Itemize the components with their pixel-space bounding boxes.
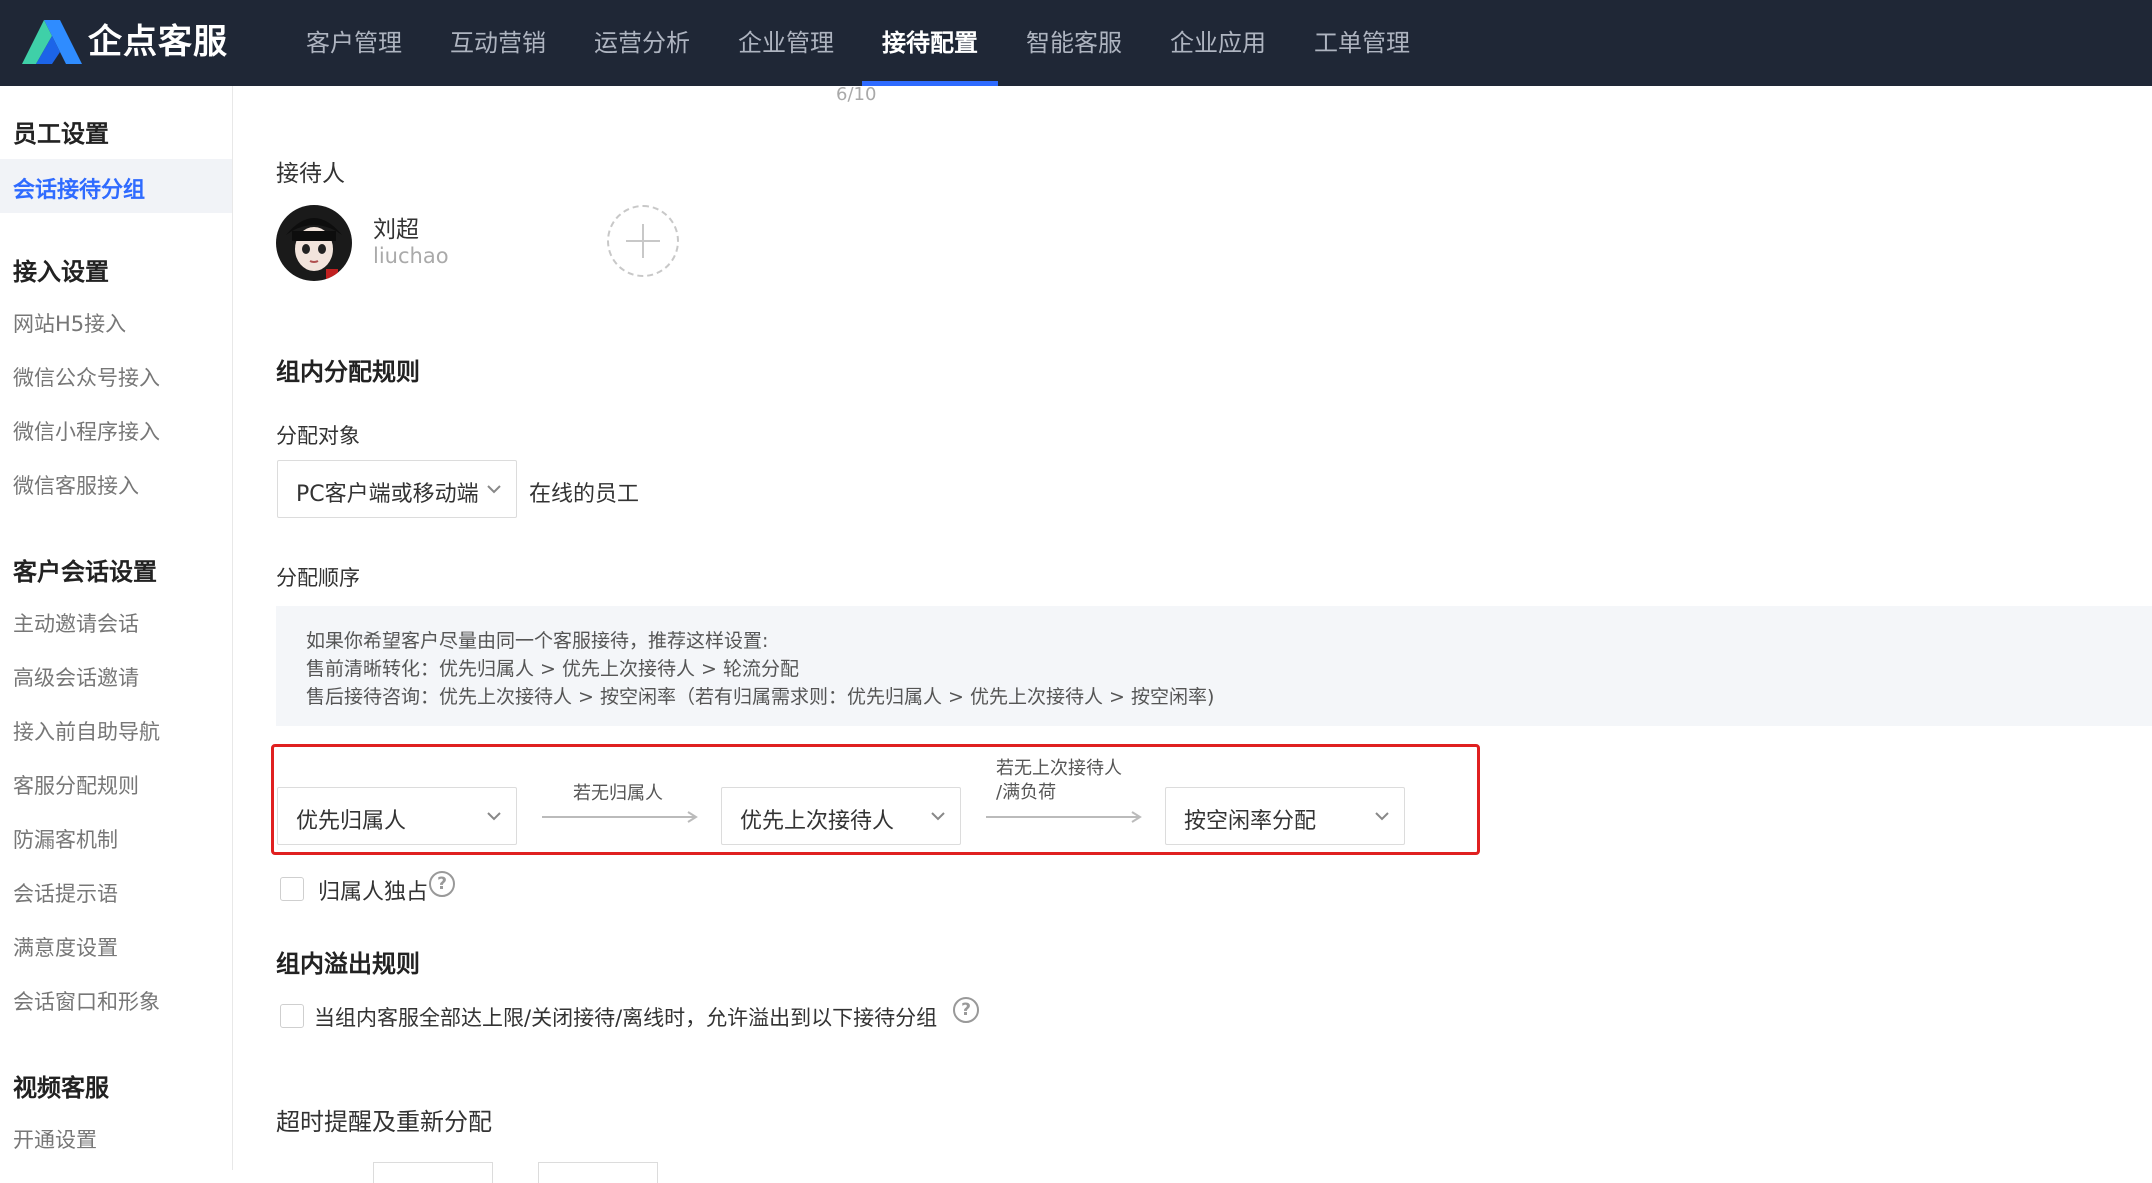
sidebar-group-staff-settings: 员工设置 bbox=[13, 120, 109, 148]
distribution-rules-title: 组内分配规则 bbox=[276, 358, 420, 386]
sidebar-item-session-groups[interactable]: 会话接待分组 bbox=[0, 159, 232, 213]
nav-operations-analysis[interactable]: 运营分析 bbox=[574, 0, 710, 86]
nav-reception-config[interactable]: 接待配置 bbox=[862, 0, 998, 86]
arrow2-label: /满负荷 bbox=[996, 782, 1057, 803]
main-nav: 客户管理 互动营销 运营分析 企业管理 接待配置 智能客服 企业应用 工单管理 bbox=[286, 0, 1438, 86]
sidebar-item-wechat-miniprogram[interactable]: 微信小程序接入 bbox=[13, 416, 160, 446]
sidebar-item-wechat-official[interactable]: 微信公众号接入 bbox=[13, 362, 160, 392]
exclusive-owner-label: 归属人独占 bbox=[318, 880, 429, 905]
overflow-checkbox-label: 当组内客服全部达上限/关闭接待/离线时，允许溢出到以下接待分组 bbox=[314, 1006, 938, 1030]
sidebar-group-video-service: 视频客服 bbox=[13, 1074, 109, 1102]
character-counter: 6/10 bbox=[836, 84, 877, 105]
info-line: 如果你希望客户尽量由同一个客服接待，推荐这样设置: bbox=[306, 630, 769, 652]
sidebar-item-website-h5[interactable]: 网站H5接入 bbox=[13, 308, 126, 338]
order-step1-select[interactable]: 优先归属人 bbox=[277, 787, 517, 845]
timeout-input[interactable] bbox=[538, 1162, 658, 1183]
sidebar-item-label: 会话接待分组 bbox=[13, 178, 146, 203]
arrow1-label: 若无归属人 bbox=[573, 783, 663, 804]
arrow-right-icon bbox=[986, 811, 1142, 823]
timeout-input[interactable] bbox=[373, 1162, 493, 1183]
help-icon[interactable]: ? bbox=[953, 997, 979, 1023]
sidebar-item-window-appearance[interactable]: 会话窗口和形象 bbox=[13, 986, 160, 1016]
sidebar-item-active-invite[interactable]: 主动邀请会话 bbox=[13, 608, 139, 638]
overflow-rules-title: 组内溢出规则 bbox=[276, 950, 420, 978]
order-step2-select[interactable]: 优先上次接待人 bbox=[721, 787, 961, 845]
nav-ticket-management[interactable]: 工单管理 bbox=[1294, 0, 1430, 86]
sidebar-item-distribution-rules[interactable]: 客服分配规则 bbox=[13, 770, 139, 800]
sidebar: 员工设置 会话接待分组 接入设置 网站H5接入 微信公众号接入 微信小程序接入 … bbox=[0, 86, 233, 1170]
agent-id: liuchao bbox=[373, 244, 449, 268]
distribution-target-select[interactable]: PC客户端或移动端 bbox=[277, 460, 517, 518]
info-line: 售前清晰转化：优先归属人 > 优先上次接待人 > 轮流分配 bbox=[306, 658, 799, 680]
qidian-logo-icon bbox=[22, 20, 82, 64]
overflow-checkbox[interactable] bbox=[280, 1004, 304, 1028]
sidebar-item-self-navigation[interactable]: 接入前自助导航 bbox=[13, 716, 160, 746]
recommendation-info-box: 如果你希望客户尽量由同一个客服接待，推荐这样设置: 售前清晰转化：优先归属人 >… bbox=[276, 606, 2152, 726]
avatar[interactable] bbox=[276, 205, 352, 281]
order-step3-select[interactable]: 按空闲率分配 bbox=[1165, 787, 1405, 845]
add-agent-button[interactable] bbox=[607, 205, 679, 277]
nav-interactive-marketing[interactable]: 互动营销 bbox=[430, 0, 566, 86]
nav-enterprise-apps[interactable]: 企业应用 bbox=[1150, 0, 1286, 86]
distribution-target-suffix: 在线的员工 bbox=[529, 482, 640, 507]
arrow-right-icon bbox=[542, 811, 698, 823]
chevron-down-icon bbox=[487, 812, 501, 821]
sidebar-item-wechat-service[interactable]: 微信客服接入 bbox=[13, 470, 139, 500]
agent-avatar-icon bbox=[276, 205, 352, 281]
top-navigation-bar: 企点客服 客户管理 互动营销 运营分析 企业管理 接待配置 智能客服 企业应用 … bbox=[0, 0, 2152, 86]
reception-label: 接待人 bbox=[276, 161, 345, 187]
nav-smart-service[interactable]: 智能客服 bbox=[1006, 0, 1142, 86]
sidebar-item-advanced-invite[interactable]: 高级会话邀请 bbox=[13, 662, 139, 692]
nav-enterprise-management[interactable]: 企业管理 bbox=[718, 0, 854, 86]
sidebar-item-prompts[interactable]: 会话提示语 bbox=[13, 878, 118, 908]
sidebar-item-leak-prevention[interactable]: 防漏客机制 bbox=[13, 824, 118, 854]
sidebar-group-session-settings: 客户会话设置 bbox=[13, 558, 157, 586]
chevron-down-icon bbox=[487, 485, 501, 494]
sidebar-item-satisfaction[interactable]: 满意度设置 bbox=[13, 932, 118, 962]
arrow2-label: 若无上次接待人 bbox=[996, 758, 1122, 779]
nav-customer-management[interactable]: 客户管理 bbox=[286, 0, 422, 86]
help-icon[interactable]: ? bbox=[429, 871, 455, 897]
distribution-order-label: 分配顺序 bbox=[276, 566, 360, 590]
sidebar-group-access-settings: 接入设置 bbox=[13, 258, 109, 286]
chevron-down-icon bbox=[931, 812, 945, 821]
chevron-down-icon bbox=[1375, 812, 1389, 821]
exclusive-owner-checkbox[interactable] bbox=[280, 877, 304, 901]
info-line: 售后接待咨询：优先上次接待人 > 按空闲率（若有归属需求则：优先归属人 > 优先… bbox=[306, 686, 1215, 708]
brand-name[interactable]: 企点客服 bbox=[88, 18, 228, 66]
distribution-target-label: 分配对象 bbox=[276, 424, 360, 448]
timeout-section-title: 超时提醒及重新分配 bbox=[276, 1108, 492, 1136]
agent-name: 刘超 bbox=[373, 217, 419, 243]
sidebar-item-activation[interactable]: 开通设置 bbox=[13, 1124, 97, 1154]
